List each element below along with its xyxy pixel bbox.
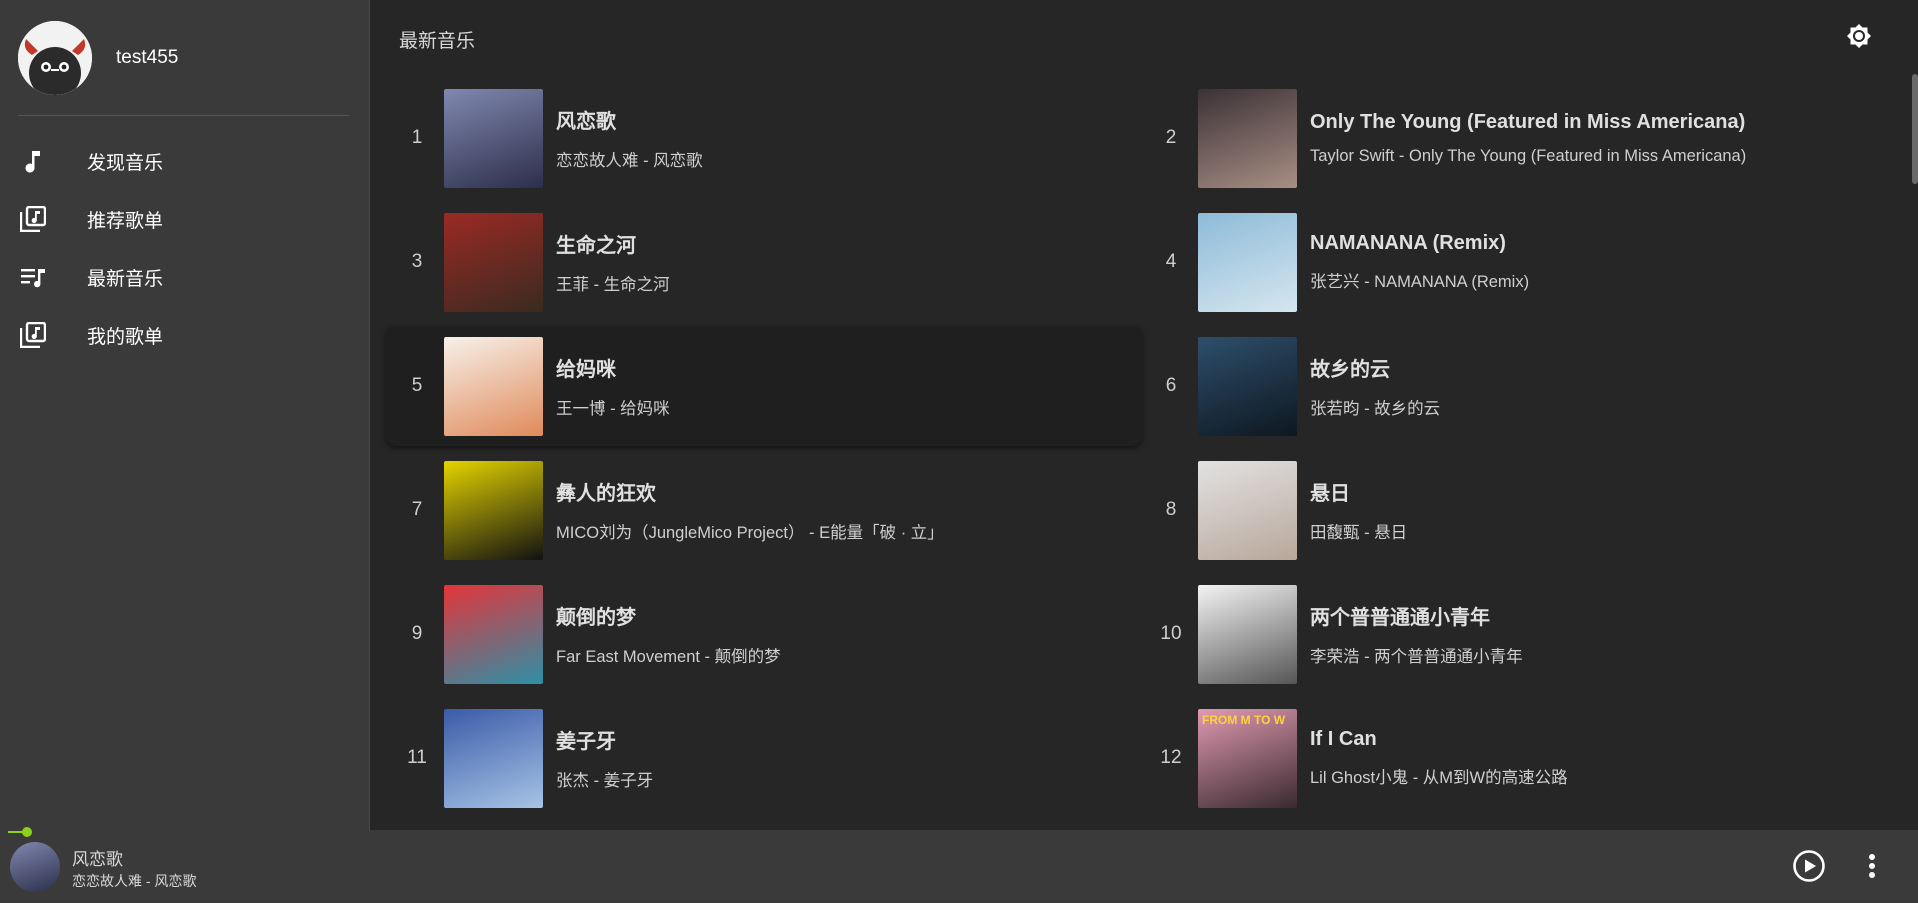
song-title: 生命之河 (556, 235, 636, 257)
queue-music-icon (20, 264, 46, 290)
album-cover (444, 212, 543, 312)
album-cover (444, 708, 543, 808)
song-artist: 恋恋故人难 - 风恋歌 (556, 152, 703, 170)
music-note-icon (20, 148, 46, 174)
album-cover (1198, 584, 1297, 684)
song-item[interactable]: 3 生命之河 王菲 - 生命之河 (386, 202, 1142, 322)
song-title: Only The Young (Featured in Miss America… (1310, 110, 1746, 133)
album-cover (1198, 88, 1297, 188)
library-music-icon (20, 206, 46, 232)
song-artist: 张杰 - 姜子牙 (556, 772, 654, 790)
album-cover (444, 336, 543, 436)
song-index: 8 (1165, 499, 1177, 520)
song-artist: Taylor Swift - Only The Young (Featured … (1310, 146, 1747, 165)
sidebar-item-new-music[interactable]: 最新音乐 (0, 248, 369, 306)
song-artist: 王菲 - 生命之河 (556, 276, 670, 294)
song-title: 故乡的云 (1310, 359, 1390, 381)
profile[interactable]: test455 (0, 0, 369, 115)
song-artist: 田馥甄 - 悬日 (1310, 524, 1408, 542)
song-title: 给妈咪 (556, 359, 616, 381)
song-title: 悬日 (1310, 483, 1350, 505)
library-music-icon (20, 322, 46, 348)
sidebar-item-label: 发现音乐 (87, 152, 164, 174)
song-artist: 王一博 - 给妈咪 (556, 400, 670, 418)
sidebar-item-recommended-playlists[interactable]: 推荐歌单 (0, 190, 369, 248)
sidebar-item-my-playlists[interactable]: 我的歌单 (0, 306, 369, 364)
avatar[interactable] (18, 20, 92, 95)
sidebar-divider (18, 115, 349, 116)
scrollbar[interactable] (1912, 74, 1918, 184)
album-cover: FROM M TO W (1198, 708, 1297, 808)
song-item[interactable]: 2 Only The Young (Featured in Miss Ameri… (1140, 78, 1896, 198)
song-index: 2 (1165, 127, 1177, 148)
song-item[interactable]: 9 颠倒的梦 Far East Movement - 颠倒的梦 (386, 574, 1142, 694)
player-cover[interactable] (10, 842, 60, 892)
song-artist: Far East Movement - 颠倒的梦 (556, 648, 781, 666)
song-item[interactable]: 6 故乡的云 张若昀 - 故乡的云 (1140, 326, 1896, 446)
song-item[interactable]: 8 悬日 田馥甄 - 悬日 (1140, 450, 1896, 570)
song-title: 风恋歌 (556, 111, 616, 133)
user-name: test455 (116, 46, 179, 68)
album-cover (444, 88, 543, 188)
song-title: 彝人的狂欢 (556, 483, 656, 505)
theme-toggle-button[interactable] (1844, 22, 1874, 52)
song-title: 两个普普通通小青年 (1310, 607, 1490, 629)
album-cover (1198, 212, 1297, 312)
album-cover (1198, 460, 1297, 560)
song-artist: Lil Ghost小鬼 - 从M到W的高速公路 (1310, 769, 1568, 787)
main-content: 最新音乐 1 风恋歌 恋恋故人难 - 风恋歌 2 Only The Young … (371, 0, 1918, 830)
song-title: NAMANANA (Remix) (1310, 232, 1506, 254)
song-index: 3 (411, 251, 423, 272)
song-item[interactable]: 4 NAMANANA (Remix) 张艺兴 - NAMANANA (Remix… (1140, 202, 1896, 322)
song-artist: 张若昀 - 故乡的云 (1310, 400, 1441, 418)
song-index: 5 (411, 375, 423, 396)
play-circle-icon (1793, 850, 1825, 882)
album-cover (444, 460, 543, 560)
sidebar-item-label: 推荐歌单 (87, 210, 164, 232)
sidebar-item-discover[interactable]: 发现音乐 (0, 132, 369, 190)
song-item[interactable]: 10 两个普普通通小青年 李荣浩 - 两个普普通通小青年 (1140, 574, 1896, 694)
moose-avatar-icon (18, 20, 92, 95)
song-index: 12 (1160, 747, 1182, 768)
song-title: 颠倒的梦 (556, 607, 636, 629)
song-item-hovered[interactable]: 5 给妈咪 王一博 - 给妈咪 (386, 326, 1142, 446)
progress-handle[interactable] (22, 827, 32, 837)
sidebar-nav: 发现音乐 推荐歌单 最新音乐 我的歌单 (0, 132, 369, 364)
player-song-title: 风恋歌 (72, 850, 123, 869)
player-song-artist: 恋恋故人难 - 风恋歌 (72, 873, 197, 889)
song-index: 10 (1160, 623, 1182, 644)
song-index: 11 (407, 747, 427, 768)
song-index: 9 (411, 623, 423, 644)
album-cover (444, 584, 543, 684)
album-cover (1198, 336, 1297, 436)
cover-text: FROM M TO W (1202, 712, 1286, 727)
player-bar: 风恋歌 恋恋故人难 - 风恋歌 (0, 827, 1918, 903)
more-vert-icon (1869, 854, 1875, 878)
song-artist: MICO刘为（JungleMico Project） - E能量「破 · 立」 (556, 524, 944, 542)
app: test455 发现音乐 推荐歌单 最新音乐 我的歌单 最新音乐 1 风恋歌 恋… (0, 0, 1918, 903)
song-index: 7 (411, 499, 423, 520)
song-index: 1 (411, 127, 423, 148)
song-item[interactable]: 7 彝人的狂欢 MICO刘为（JungleMico Project） - E能量… (386, 450, 1142, 570)
more-options-button[interactable] (1860, 849, 1884, 883)
sidebar: test455 发现音乐 推荐歌单 最新音乐 我的歌单 (0, 0, 370, 830)
song-index: 6 (1165, 375, 1177, 396)
song-item[interactable]: 12 FROM M TO W If I Can Lil Ghost小鬼 - 从M… (1140, 698, 1896, 818)
song-index: 4 (1165, 251, 1177, 272)
song-artist: 李荣浩 - 两个普普通通小青年 (1310, 648, 1523, 666)
sidebar-item-label: 最新音乐 (87, 268, 164, 290)
song-title: 姜子牙 (556, 731, 616, 753)
brightness-icon (1847, 24, 1871, 48)
song-item[interactable]: 1 风恋歌 恋恋故人难 - 风恋歌 (386, 78, 1142, 198)
play-button[interactable] (1792, 849, 1826, 883)
song-title: If I Can (1310, 728, 1377, 750)
sidebar-item-label: 我的歌单 (87, 326, 164, 348)
song-item[interactable]: 11 姜子牙 张杰 - 姜子牙 (386, 698, 1142, 818)
song-artist: 张艺兴 - NAMANANA (Remix) (1310, 273, 1530, 291)
page-title: 最新音乐 (399, 31, 476, 52)
